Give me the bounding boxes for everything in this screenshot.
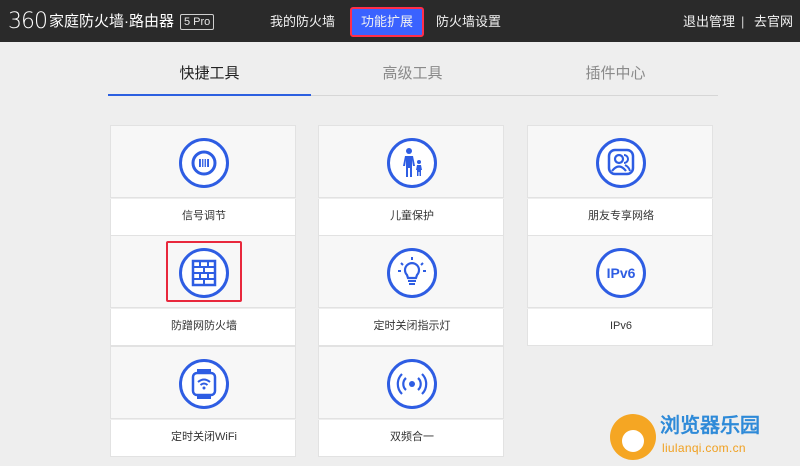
ipv6-icon: IPv6 (596, 248, 646, 298)
watermark-logo-inner (622, 430, 644, 452)
nav-separator: | (741, 14, 745, 29)
logout-link[interactable]: 退出管理 (683, 14, 735, 30)
card-timed-light-off-footer[interactable]: 定时关闭指示灯 (318, 309, 504, 346)
card-child-protection-footer[interactable]: 儿童保护 (318, 199, 504, 236)
model-badge: 5 Pro (180, 14, 215, 30)
nav-feature-extension[interactable]: 功能扩展 (350, 7, 425, 37)
card-signal-adjust-footer[interactable]: 信号调节 (110, 199, 296, 236)
tab-advanced-tools[interactable]: 高级工具 (311, 64, 514, 84)
watermark-logo-icon (610, 414, 656, 460)
official-site-link[interactable]: 去官网 (754, 14, 793, 30)
card-label: 防蹭网防火墙 (171, 320, 237, 332)
watermark-title: 浏览器乐园 (660, 413, 760, 437)
card-label: 儿童保护 (390, 210, 434, 222)
tab-plugin-center[interactable]: 插件中心 (514, 64, 717, 84)
card-friends-network-footer[interactable]: 朋友专享网络 (527, 199, 713, 236)
card-ipv6[interactable]: IPv6 (527, 235, 713, 308)
nav-firewall-settings[interactable]: 防火墙设置 (436, 14, 501, 30)
card-label: IPv6 (609, 320, 632, 332)
top-bar: 360 家庭防火墙·路由器 5 Pro 我的防火墙 功能扩展 防火墙设置 退出管… (0, 0, 800, 42)
card-signal-adjust[interactable] (110, 125, 296, 198)
watermark: 浏览器乐园 liulanqi.com.cn (610, 410, 796, 462)
tab-quick-tools[interactable]: 快捷工具 (108, 64, 311, 84)
friends-network-icon (596, 138, 646, 188)
card-dual-band[interactable] (318, 346, 504, 419)
timed-wifi-off-icon (179, 359, 229, 409)
watermark-url: liulanqi.com.cn (662, 441, 746, 455)
signal-adjust-icon (179, 138, 229, 188)
logo-title: 家庭防火墙·路由器 (49, 13, 174, 30)
child-protection-icon (387, 138, 437, 188)
active-tab-indicator (108, 94, 311, 96)
dual-band-icon (387, 359, 437, 409)
card-label: 朋友专享网络 (588, 210, 654, 222)
ipv6-icon-text: IPv6 (607, 265, 636, 281)
logo: 360 家庭防火墙·路由器 5 Pro (8, 9, 215, 34)
card-timed-light-off[interactable] (318, 235, 504, 308)
nav-my-firewall[interactable]: 我的防火墙 (270, 14, 335, 30)
card-label: 定时关闭指示灯 (373, 320, 451, 332)
card-child-protection[interactable] (318, 125, 504, 198)
card-label: 信号调节 (182, 210, 226, 222)
card-label: 定时关闭WiFi (171, 431, 237, 443)
tool-tabs: 快捷工具 高级工具 插件中心 (108, 60, 718, 96)
card-timed-wifi-off[interactable] (110, 346, 296, 419)
timed-light-off-icon (387, 248, 437, 298)
highlight-box (166, 241, 242, 302)
card-friends-network[interactable] (527, 125, 713, 198)
card-dual-band-footer[interactable]: 双频合一 (318, 420, 504, 457)
card-timed-wifi-off-footer[interactable]: 定时关闭WiFi (110, 420, 296, 457)
card-anti-leech-firewall-footer[interactable]: 防蹭网防火墙 (110, 309, 296, 346)
card-label: 双频合一 (390, 431, 434, 443)
card-ipv6-footer[interactable]: IPv6 (527, 309, 713, 346)
logo-number: 360 (8, 9, 48, 34)
